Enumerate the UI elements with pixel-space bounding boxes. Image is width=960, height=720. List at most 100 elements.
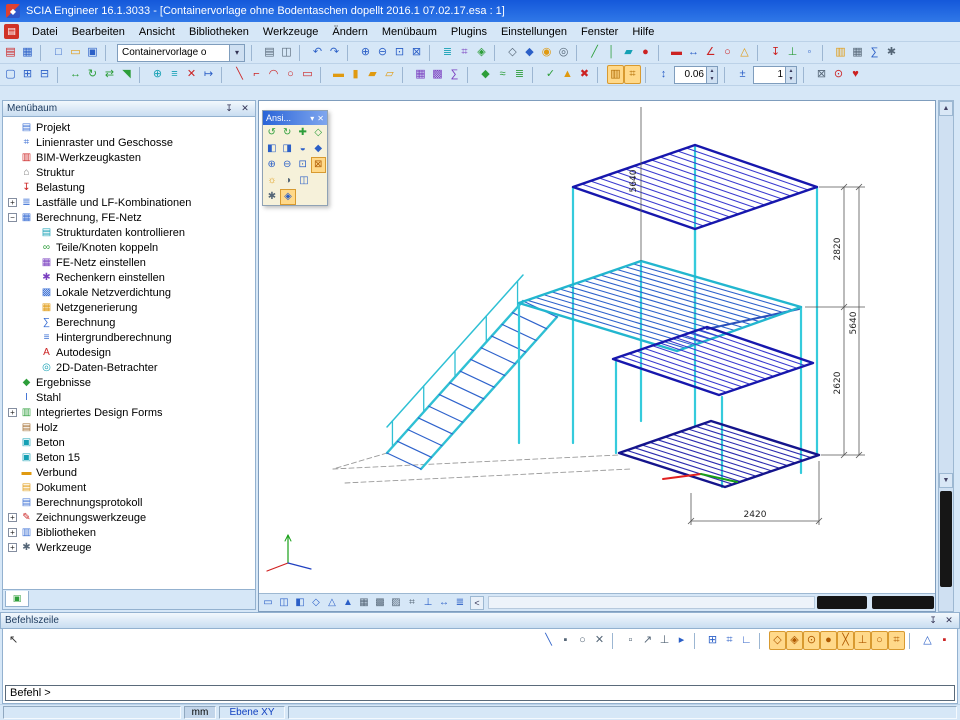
tree-item-holz[interactable]: ▤Holz <box>3 420 255 435</box>
tree-item-werkzeuge[interactable]: +✱Werkzeuge <box>3 540 255 555</box>
draw-circle-icon[interactable]: ○ <box>282 65 299 84</box>
snap-node-icon[interactable]: ● <box>820 631 837 650</box>
tree-item-projekt[interactable]: ▤Projekt <box>3 120 255 135</box>
tree-item-ergebnisse[interactable]: ◆Ergebnisse <box>3 375 255 390</box>
scia-menu-icon[interactable]: ▤ <box>4 24 19 39</box>
tree-item-beton[interactable]: ▣Beton <box>3 435 255 450</box>
viewport-3d[interactable]: 5640 2820 5640 2620 2420 ▭◫◧◇△▲▦▩▨⌗⊥↔≣ < <box>258 100 936 612</box>
gallery-icon[interactable]: ▥ <box>832 43 849 62</box>
triangle-icon[interactable]: △ <box>736 43 753 62</box>
plate-icon[interactable]: ▰ <box>620 43 637 62</box>
menu-datei[interactable]: Datei <box>25 24 65 40</box>
target-icon[interactable]: ⊙ <box>830 65 847 84</box>
column-icon[interactable]: ▮ <box>347 65 364 84</box>
clipping-icon[interactable]: ◫ <box>296 173 312 189</box>
tree-item-belastung[interactable]: ↧Belastung <box>3 180 255 195</box>
track-line-icon[interactable]: ╲ <box>540 631 557 650</box>
layer-filter-icon[interactable]: ▥ <box>607 65 624 84</box>
menu-bearbeiten[interactable]: Bearbeiten <box>65 24 132 40</box>
extend-icon[interactable]: ↦ <box>200 65 217 84</box>
tree-item-verbund[interactable]: ▬Verbund <box>3 465 255 480</box>
options-icon[interactable]: ✱ <box>883 43 900 62</box>
snap-endpoint-icon[interactable]: ◇ <box>769 631 786 650</box>
spin-up-icon[interactable]: ▲ <box>707 67 717 75</box>
undo-icon[interactable]: ↶ <box>309 43 326 62</box>
hinge-icon[interactable]: ◦ <box>801 43 818 62</box>
zoom-all-icon[interactable]: ⊠ <box>408 43 425 62</box>
select-remove-icon[interactable]: ⊟ <box>36 65 53 84</box>
beam-icon[interactable]: ▬ <box>330 65 347 84</box>
axonometry-icon[interactable]: ◇ <box>308 595 324 611</box>
snap-mode-icon[interactable]: ◈ <box>473 43 490 62</box>
pan-icon[interactable]: ✚ <box>295 125 311 141</box>
chevron-down-icon[interactable]: ▾ <box>229 45 244 61</box>
menu-menubaum[interactable]: Menübaum <box>375 24 444 40</box>
new-project-icon[interactable]: □ <box>50 43 67 62</box>
collapse-icon[interactable]: − <box>8 213 17 222</box>
rotate-left-icon[interactable]: ↺ <box>264 125 280 141</box>
shaded-icon[interactable]: ◆ <box>521 43 538 62</box>
rendered-icon[interactable]: ◉ <box>538 43 555 62</box>
last-point-icon[interactable]: ▪ <box>936 631 953 650</box>
check-icon[interactable]: ✓ <box>542 65 559 84</box>
light-icon[interactable]: ☼ <box>264 173 280 189</box>
scia-document-icon[interactable]: ▤ <box>2 43 19 62</box>
polyline-icon[interactable]: ⌐ <box>248 65 265 84</box>
menubaum-tab[interactable]: ▣ <box>5 591 29 607</box>
camera-icon[interactable]: ▲ <box>340 595 356 611</box>
wireframe-icon[interactable]: ◇ <box>504 43 521 62</box>
tree-item-struktur[interactable]: ⌂Struktur <box>3 165 255 180</box>
hidden-lines-icon[interactable]: ◎ <box>555 43 572 62</box>
circle-snap-icon[interactable]: ○ <box>574 631 591 650</box>
arc-icon[interactable]: ◠ <box>265 65 282 84</box>
rect-icon[interactable]: ▭ <box>299 65 316 84</box>
node-icon[interactable]: ● <box>637 43 654 62</box>
cross-snap-icon[interactable]: ✕ <box>591 631 608 650</box>
spin-down-icon[interactable]: ▼ <box>707 75 717 83</box>
zoom-in-icon[interactable]: ⊕ <box>264 157 280 173</box>
spin-up-icon[interactable]: ▲ <box>786 67 796 75</box>
tree-item-lokale-netzverdichtung[interactable]: ▩Lokale Netzverdichtung <box>3 285 255 300</box>
close-icon[interactable]: ✕ <box>239 103 251 114</box>
zoom-window-icon[interactable]: ⊡ <box>391 43 408 62</box>
grid-lines-icon[interactable]: ⌗ <box>721 631 738 650</box>
point-load-icon[interactable]: ↧ <box>767 43 784 62</box>
error-icon[interactable]: ✖ <box>576 65 593 84</box>
tree-item-hintergrundberechnung[interactable]: ≡Hintergrundberechnung <box>3 330 255 345</box>
pin-icon[interactable]: ↧ <box>223 103 235 114</box>
move-icon[interactable]: ↔ <box>67 65 84 84</box>
orbit-icon[interactable]: ◇ <box>311 125 327 141</box>
status-plane[interactable]: Ebene XY <box>219 706 285 719</box>
save-icon[interactable]: ▣ <box>84 43 101 62</box>
line-red-icon[interactable]: ▬ <box>668 43 685 62</box>
redo-icon[interactable]: ↷ <box>326 43 343 62</box>
view-xz-icon[interactable]: ◫ <box>276 595 292 611</box>
solver-icon[interactable]: ∑ <box>446 65 463 84</box>
close-icon[interactable]: ✕ <box>317 114 324 123</box>
vertical-member-icon[interactable]: │ <box>603 43 620 62</box>
tree-item-berechnung-fe-netz[interactable]: −▦Berechnung, FE-Netz <box>3 210 255 225</box>
zoom-out-icon[interactable]: ⊖ <box>374 43 391 62</box>
rotate-right-icon[interactable]: ↻ <box>280 125 296 141</box>
view-front-icon[interactable]: ◧ <box>264 141 280 157</box>
rotate-icon[interactable]: ↻ <box>84 65 101 84</box>
support-icon[interactable]: ⊥ <box>784 43 801 62</box>
bim-module-icon[interactable]: ▦ <box>19 43 36 62</box>
vscroll-thumb[interactable] <box>940 491 952 587</box>
print-icon[interactable]: ▤ <box>261 43 278 62</box>
perspective-toggle-icon[interactable]: ◈ <box>280 189 296 205</box>
menu-werkzeuge[interactable]: Werkzeuge <box>256 24 325 40</box>
menu-ansicht[interactable]: Ansicht <box>132 24 182 40</box>
chevron-down-icon[interactable]: ▾ <box>310 114 314 123</box>
tree-item-fe-netz-einstellen[interactable]: ▦FE-Netz einstellen <box>3 255 255 270</box>
menu-fenster[interactable]: Fenster <box>574 24 625 40</box>
zoom-out-icon[interactable]: ⊖ <box>280 157 296 173</box>
load-case-spin[interactable]: 1▲▼ <box>753 66 797 84</box>
tree-item-bim-werkzeugkasten[interactable]: ▥BIM-Werkzeugkasten <box>3 150 255 165</box>
favorite-icon[interactable]: ♥ <box>847 65 864 84</box>
snap-intersection-icon[interactable]: ╳ <box>837 631 854 650</box>
view-top-icon[interactable]: ◒ <box>295 141 311 157</box>
view-side-icon[interactable]: ◨ <box>280 141 296 157</box>
surface-icon[interactable]: ▩ <box>372 595 388 611</box>
pin-icon[interactable]: ↧ <box>927 615 939 626</box>
